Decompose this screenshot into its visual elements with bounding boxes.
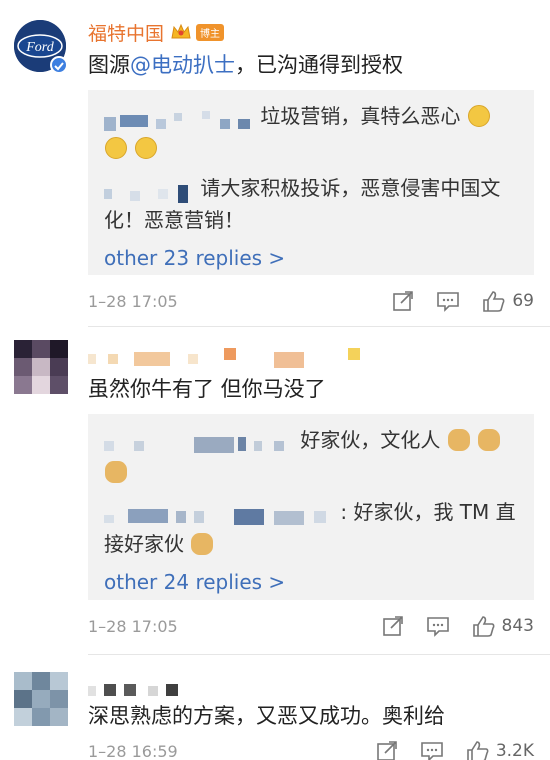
comment-footer: 1–28 17:05 69 <box>88 286 534 316</box>
action-bar: 69 <box>370 290 534 312</box>
avatar[interactable] <box>14 672 68 726</box>
blurred-username <box>104 432 294 453</box>
repost-button[interactable] <box>376 740 398 760</box>
laugh-cry-emoji-icon <box>105 136 127 159</box>
timestamp: 1–28 16:59 <box>88 741 178 760</box>
comment-icon <box>421 742 443 760</box>
reply-box: 好家伙，文化人 : 好家伙，我 TM 直接好家伙 other 24 replie… <box>88 414 534 600</box>
comment-button[interactable] <box>436 290 460 312</box>
repost-button[interactable] <box>382 615 404 637</box>
laugh-cry-emoji-icon <box>467 104 490 127</box>
author-row: 福特中国 博主 <box>88 18 225 46</box>
more-replies-link[interactable]: other 23 replies > <box>104 242 518 274</box>
comment-button[interactable] <box>426 615 450 637</box>
like-count: 843 <box>501 616 534 636</box>
like-button[interactable]: 3.2K <box>466 740 534 760</box>
comment-icon <box>426 617 449 637</box>
avatar[interactable] <box>14 340 68 394</box>
comment-button[interactable] <box>420 740 444 760</box>
reply-1[interactable]: 垃圾营销，真特么恶心 <box>104 100 518 164</box>
laugh-cry-emoji-icon <box>135 136 158 159</box>
comment-footer: 1–28 17:05 843 <box>88 611 534 641</box>
action-bar: 3.2K <box>354 740 534 760</box>
blurred-username <box>104 504 334 525</box>
svg-text:Ford: Ford <box>25 40 54 55</box>
doge-emoji-icon <box>478 428 501 451</box>
blurred-username <box>104 180 194 203</box>
author-name[interactable]: 福特中国 <box>88 19 164 46</box>
more-replies-link[interactable]: other 24 replies > <box>104 566 518 598</box>
reply-box: 垃圾营销，真特么恶心 请大家积极投诉，恶意侵害中国文化！恶意营销！ other … <box>88 90 534 275</box>
comment-text: 深思熟虑的方案，又恶又成功。奥利给 <box>88 704 445 728</box>
divider <box>88 654 550 655</box>
verified-icon <box>50 56 68 74</box>
mention-link[interactable]: @电动扒士 <box>130 53 235 77</box>
author-badge: 博主 <box>196 23 225 41</box>
like-count: 3.2K <box>495 741 534 760</box>
comment-footer: 1–28 16:59 3.2K <box>88 736 534 760</box>
comment-text: 图源@电动扒士，已沟通得到授权 <box>88 53 403 77</box>
doge-emoji-icon <box>105 460 127 483</box>
thumbs-up-icon <box>483 291 505 312</box>
thumbs-up-icon <box>472 616 494 637</box>
repost-icon <box>382 616 403 636</box>
like-button[interactable]: 843 <box>472 615 534 637</box>
comment-text: 虽然你牛有了 但你马没了 <box>88 377 326 401</box>
repost-button[interactable] <box>392 290 414 312</box>
reply-2[interactable]: 请大家积极投诉，恶意侵害中国文化！恶意营销！ <box>104 172 518 236</box>
crown-icon <box>171 23 191 39</box>
reply-2[interactable]: : 好家伙，我 TM 直接好家伙 <box>104 496 518 560</box>
like-button[interactable]: 69 <box>482 290 534 312</box>
doge-emoji-icon <box>447 428 470 451</box>
repost-icon <box>377 741 397 760</box>
comment-icon <box>437 292 460 312</box>
reply-1[interactable]: 好家伙，文化人 <box>104 424 518 488</box>
timestamp: 1–28 17:05 <box>88 616 178 636</box>
divider <box>88 326 550 327</box>
timestamp: 1–28 17:05 <box>88 291 178 311</box>
blurred-author-name[interactable] <box>88 344 388 372</box>
blurred-username <box>104 108 254 131</box>
thumbs-up-icon <box>467 741 489 760</box>
doge-emoji-icon <box>191 532 214 555</box>
repost-icon <box>393 291 414 311</box>
like-count: 69 <box>512 291 534 311</box>
action-bar: 843 <box>360 615 534 637</box>
